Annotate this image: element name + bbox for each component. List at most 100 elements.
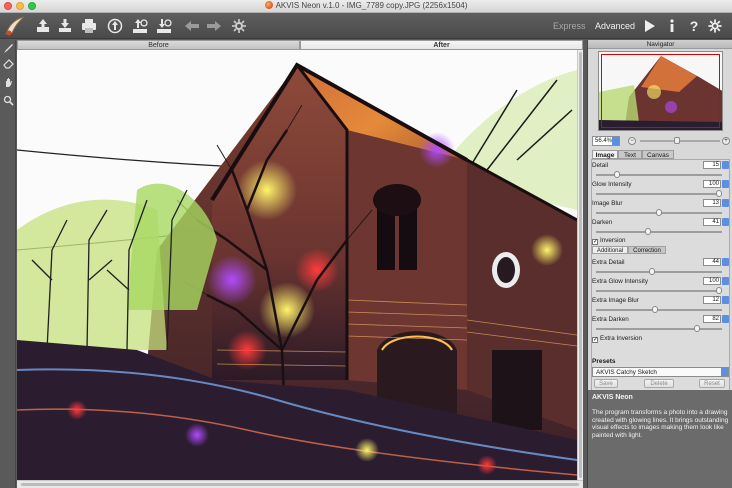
stepper-icon[interactable]: [722, 296, 729, 304]
preferences-icon[interactable]: [707, 18, 723, 34]
zoom-dropdown-icon[interactable]: [612, 137, 619, 145]
settings-icon[interactable]: [230, 17, 248, 35]
hand-tool-icon[interactable]: [2, 76, 14, 88]
param-slider-knob[interactable]: [652, 306, 658, 313]
preset-dropdown-icon[interactable]: [721, 368, 728, 376]
zoom-out-button[interactable]: −: [628, 137, 636, 145]
zoom-tool-icon[interactable]: [2, 94, 14, 106]
param-label: Extra Glow Intensity: [592, 278, 648, 285]
zoom-slider-knob[interactable]: [674, 137, 680, 144]
param-value-input[interactable]: 100: [703, 277, 721, 285]
checkbox-checked-icon[interactable]: ✓: [592, 337, 598, 343]
preset-selected: AKVIS Catchy Sketch: [596, 369, 657, 376]
param-slider-knob[interactable]: [649, 268, 655, 275]
akvis-logo-icon: [3, 15, 27, 37]
extra-inversion-checkbox[interactable]: ✓ Extra Inversion: [592, 335, 642, 343]
param-slider-knob[interactable]: [656, 209, 662, 216]
param-value-input[interactable]: 44: [703, 258, 721, 266]
info-text: The program transforms a photo into a dr…: [592, 409, 729, 439]
before-after-bar: Before After: [17, 40, 583, 50]
run-icon[interactable]: [642, 18, 658, 34]
param-value-input[interactable]: 15: [703, 161, 721, 169]
horizontal-scrollbar[interactable]: [17, 480, 583, 488]
inversion-label: Inversion: [600, 237, 626, 244]
zoom-in-button[interactable]: +: [722, 137, 730, 145]
param-label: Detail: [592, 162, 609, 169]
redo-icon[interactable]: [205, 17, 223, 35]
stepper-icon[interactable]: [722, 180, 729, 188]
param-image-blur: Image Blur 13: [592, 199, 729, 219]
stepper-icon[interactable]: [722, 161, 729, 169]
save-icon[interactable]: [56, 17, 74, 35]
stepper-icon[interactable]: [722, 277, 729, 285]
param-extra-glow-intensity: Extra Glow Intensity 100: [592, 277, 729, 297]
inversion-checkbox[interactable]: ✓ Inversion: [592, 237, 626, 245]
print-icon[interactable]: [80, 17, 98, 35]
stepper-icon[interactable]: [722, 315, 729, 323]
info-box: AKVIS Neon The program transforms a phot…: [588, 390, 732, 488]
param-slider[interactable]: [596, 309, 722, 311]
param-value-input[interactable]: 41: [703, 218, 721, 226]
delete-preset-button[interactable]: Delete: [644, 379, 674, 388]
param-label: Extra Detail: [592, 259, 625, 266]
batch-icon[interactable]: [131, 17, 149, 35]
mode-advanced-button[interactable]: Advanced: [595, 21, 635, 31]
extra-inversion-label: Extra Inversion: [600, 335, 642, 342]
export-icon[interactable]: [155, 17, 173, 35]
param-value-input[interactable]: 12: [703, 296, 721, 304]
param-slider[interactable]: [596, 328, 722, 330]
param-slider-knob[interactable]: [694, 325, 700, 332]
param-slider-knob[interactable]: [645, 228, 651, 235]
undo-icon[interactable]: [183, 17, 201, 35]
tab-image[interactable]: Image: [592, 150, 618, 159]
param-slider[interactable]: [596, 271, 722, 273]
save-preset-button[interactable]: Save: [594, 379, 618, 388]
horizontal-scroll-thumb[interactable]: [21, 483, 579, 486]
info-icon[interactable]: [664, 18, 680, 34]
navigator-view-rect[interactable]: [601, 54, 720, 128]
param-slider-knob[interactable]: [614, 171, 620, 178]
tab-canvas[interactable]: Canvas: [642, 150, 674, 159]
param-value-input[interactable]: 100: [703, 180, 721, 188]
title-bar: AKVIS Neon v.1.0 - IMG_7789 copy.JPG (22…: [0, 0, 732, 13]
image-canvas[interactable]: [17, 50, 577, 480]
param-slider-knob[interactable]: [716, 190, 722, 197]
stepper-icon[interactable]: [722, 218, 729, 226]
zoom-value: 56.4%: [595, 138, 613, 144]
preset-select[interactable]: AKVIS Catchy Sketch: [592, 367, 729, 377]
tab-after[interactable]: After: [300, 40, 583, 50]
tab-additional[interactable]: Additional: [592, 246, 628, 254]
param-slider[interactable]: [596, 193, 722, 195]
param-extra-image-blur: Extra Image Blur 12: [592, 296, 729, 316]
param-slider-knob[interactable]: [716, 287, 722, 294]
zoom-slider[interactable]: [640, 140, 720, 142]
eraser-tool-icon[interactable]: [2, 57, 14, 69]
vertical-scrollbar[interactable]: [577, 50, 583, 480]
param-label: Image Blur: [592, 200, 623, 207]
window-title: AKVIS Neon v.1.0 - IMG_7789 copy.JPG (22…: [275, 1, 468, 10]
checkbox-checked-icon[interactable]: ✓: [592, 239, 598, 245]
navigator-preview[interactable]: [598, 51, 723, 131]
zoom-row: 56.4% − +: [592, 136, 730, 146]
param-slider[interactable]: [596, 231, 722, 233]
tab-before[interactable]: Before: [17, 40, 300, 50]
settings-panel: Navigator 56.4% − + Image Text Canvas De…: [587, 40, 732, 488]
help-icon[interactable]: ?: [686, 18, 702, 34]
open-icon[interactable]: [34, 17, 52, 35]
param-slider[interactable]: [596, 290, 722, 292]
vertical-scroll-thumb[interactable]: [579, 52, 582, 478]
reset-preset-button[interactable]: Reset: [699, 379, 725, 388]
tab-correction[interactable]: Correction: [628, 246, 666, 254]
param-value-input[interactable]: 82: [703, 315, 721, 323]
mode-express-button[interactable]: Express: [553, 21, 586, 31]
zoom-select[interactable]: 56.4%: [592, 136, 620, 146]
tab-text[interactable]: Text: [618, 150, 642, 159]
param-glow-intensity: Glow Intensity 100: [592, 180, 729, 200]
stepper-icon[interactable]: [722, 199, 729, 207]
stepper-icon[interactable]: [722, 258, 729, 266]
param-value-input[interactable]: 13: [703, 199, 721, 207]
navigator-title: Navigator: [588, 40, 732, 49]
app-window: AKVIS Neon v.1.0 - IMG_7789 copy.JPG (22…: [0, 0, 732, 488]
brush-tool-icon[interactable]: [2, 42, 14, 54]
share-icon[interactable]: [106, 17, 124, 35]
